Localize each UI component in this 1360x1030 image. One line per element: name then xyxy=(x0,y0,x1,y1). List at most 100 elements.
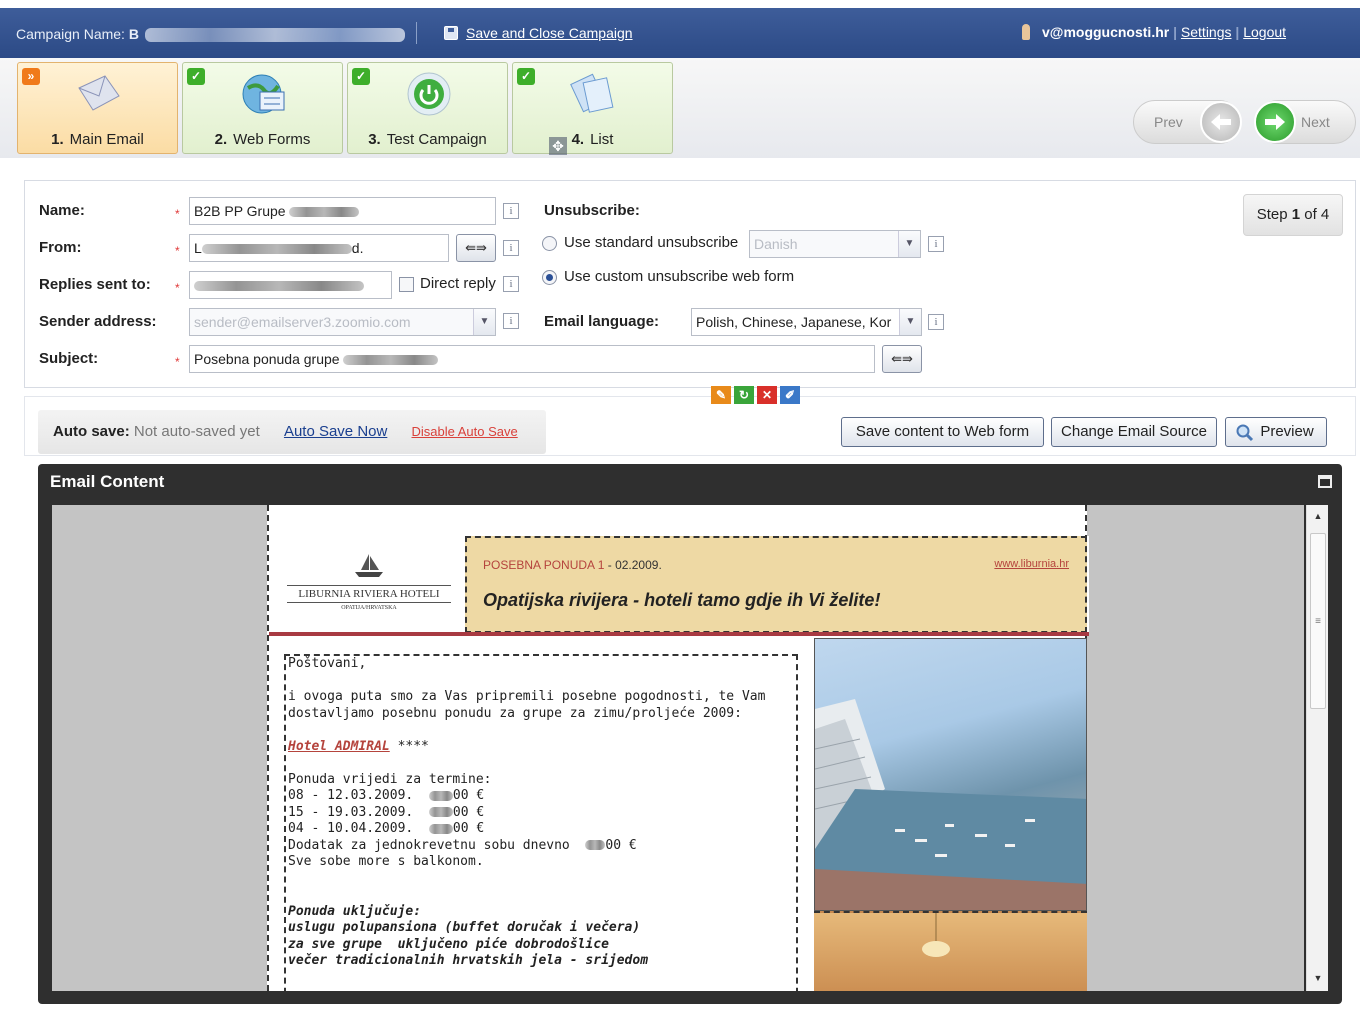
name-label: Name: xyxy=(39,202,85,219)
step-test-campaign[interactable]: ✓ 3. Test Campaign xyxy=(347,62,508,154)
wizard-steps-bar: » 1. Main Email ✓ 2. Web Forms ✓ 3. Test Ca… xyxy=(0,58,1360,158)
checkmark-icon: ✓ xyxy=(517,68,535,85)
preview-label: Preview xyxy=(1260,423,1314,440)
promo-headline: Opatijska rivijera - hoteli tamo gdje ih… xyxy=(483,590,881,610)
image-tools: ✎ ↻ ✕ ✐ xyxy=(711,386,800,404)
unsubscribe-standard-label: Use standard unsubscribe xyxy=(564,234,739,251)
email-content-title: Email Content xyxy=(50,472,165,491)
power-icon xyxy=(405,71,453,117)
scroll-up-arrow-icon[interactable]: ▲ xyxy=(1307,511,1329,521)
redacted-campaign-name xyxy=(144,28,405,43)
replies-input[interactable] xyxy=(189,271,392,299)
step-indicator-suffix: of 4 xyxy=(1304,206,1330,223)
logo-subtext: OPATIJA/HRVATSKA xyxy=(341,605,397,611)
prev-arrow-icon[interactable] xyxy=(1200,101,1242,143)
promo-url-link[interactable]: www.liburnia.hr xyxy=(994,558,1069,570)
editor-scrollbar[interactable]: ▲ ≡ ▼ xyxy=(1306,505,1328,991)
info-icon[interactable]: i xyxy=(503,240,519,256)
chevron-down-icon: ▼ xyxy=(473,309,495,335)
sender-address-select[interactable]: sender@emailserver3.zoomio.com ▼ xyxy=(189,308,496,336)
ship-logo-icon xyxy=(355,554,383,577)
step-number: 1. xyxy=(51,131,64,148)
hotel-photo[interactable] xyxy=(814,638,1087,911)
email-body-text[interactable]: Poštovani, i ovoga puta smo za Vas pripr… xyxy=(284,654,798,991)
from-input[interactable]: Ld. xyxy=(189,234,449,262)
info-icon[interactable]: i xyxy=(503,203,519,219)
settings-link[interactable]: Settings xyxy=(1181,24,1232,40)
maximize-icon[interactable] xyxy=(1318,475,1332,488)
refresh-icon[interactable]: ↻ xyxy=(734,386,754,404)
unsubscribe-custom-radio[interactable] xyxy=(542,270,557,285)
checkmark-icon: ✓ xyxy=(352,68,370,85)
unsubscribe-language-select[interactable]: Danish ▼ xyxy=(749,230,921,258)
greeting: Poštovani, xyxy=(288,656,367,671)
checkmark-icon: ✓ xyxy=(187,68,205,85)
step-indicator: Step 1 of 4 xyxy=(1243,194,1343,236)
chevron-down-icon: ▼ xyxy=(898,231,920,257)
logout-link[interactable]: Logout xyxy=(1243,24,1286,40)
redacted-text xyxy=(585,840,606,850)
subject-personalization-button[interactable]: ⇚⇛ xyxy=(882,345,922,373)
room-photo-image xyxy=(922,913,950,957)
move-handle-icon[interactable]: ✥ xyxy=(549,137,567,155)
chevron-down-icon: ▼ xyxy=(899,309,921,335)
direct-reply-checkbox[interactable] xyxy=(399,277,414,292)
unsubscribe-standard-radio[interactable] xyxy=(542,236,557,251)
pencil-icon[interactable]: ✐ xyxy=(780,386,800,404)
subject-input[interactable]: Posebna ponuda grupe xyxy=(189,345,875,373)
redacted-text xyxy=(428,807,453,817)
divider xyxy=(416,22,417,44)
term-price: 00 € xyxy=(452,804,485,820)
email-language-label: Email language: xyxy=(544,313,660,330)
info-icon[interactable]: i xyxy=(503,313,519,329)
auto-save-now-link[interactable]: Auto Save Now xyxy=(284,423,387,440)
term-line: 04 - 10.04.2009. xyxy=(288,821,414,836)
step-main-email[interactable]: » 1. Main Email xyxy=(17,62,178,154)
hotel-logo: LIBURNIA RIVIERA HOTELI OPATIJA/HRVATSKA xyxy=(287,552,451,611)
step-web-forms[interactable]: ✓ 2. Web Forms xyxy=(182,62,343,154)
hotel-stars: **** xyxy=(389,738,429,754)
from-label: From: xyxy=(39,239,82,256)
info-icon[interactable]: i xyxy=(928,314,944,330)
info-icon[interactable]: i xyxy=(503,276,519,292)
user-area: v@moggucnosti.hr | Settings | Logout xyxy=(1022,24,1286,40)
delete-icon[interactable]: ✕ xyxy=(757,386,777,404)
info-icon[interactable]: i xyxy=(928,236,944,252)
save-and-close-campaign-link[interactable]: Save and Close Campaign xyxy=(466,25,633,41)
personalization-button[interactable]: ⇚⇛ xyxy=(456,234,496,262)
edit-image-icon[interactable]: ✎ xyxy=(711,386,731,404)
disable-auto-save-link[interactable]: Disable Auto Save xyxy=(412,424,518,439)
term-line: 08 - 12.03.2009. xyxy=(288,788,414,803)
envelope-icon xyxy=(75,71,123,117)
promo-header[interactable]: POSEBNA PONUDA 1 - 02.2009. www.liburnia… xyxy=(465,536,1087,633)
redacted-text xyxy=(289,207,360,218)
logo-text: LIBURNIA RIVIERA HOTELI xyxy=(287,585,451,603)
preview-button[interactable]: Preview xyxy=(1225,417,1327,447)
scrollbar-thumb[interactable]: ≡ xyxy=(1310,533,1326,709)
sender-address-label: Sender address: xyxy=(39,313,157,330)
save-content-to-web-form-button[interactable]: Save content to Web form xyxy=(841,417,1044,447)
replies-label: Replies sent to: xyxy=(39,276,151,293)
includes-heading: Ponuda uključuje: xyxy=(288,903,422,919)
next-arrow-icon[interactable] xyxy=(1254,101,1296,143)
documents-icon xyxy=(570,71,618,117)
promo-offer-line: POSEBNA PONUDA 1 - 02.2009. xyxy=(483,558,662,572)
required-mark: * xyxy=(175,355,180,369)
step-list[interactable]: ✓ 4. List xyxy=(512,62,673,154)
redacted-text xyxy=(428,790,453,801)
globe-form-icon xyxy=(240,71,288,117)
scroll-down-arrow-icon[interactable]: ▼ xyxy=(1307,973,1329,983)
hotel-link[interactable]: Hotel ADMIRAL xyxy=(288,739,390,754)
save-close-link-wrap[interactable]: Save and Close Campaign xyxy=(444,25,633,41)
includes-line: uslugu polupansiona (buffet doručak i ve… xyxy=(288,920,641,935)
name-input[interactable]: B2B PP Grupe xyxy=(189,197,496,225)
top-bar: Campaign Name: B Save and Close Campaign… xyxy=(0,8,1360,58)
valid-dates-heading: Ponuda vrijedi za termine: xyxy=(288,771,492,787)
email-language-select[interactable]: Polish, Chinese, Japanese, Kor ▼ xyxy=(691,308,922,336)
direct-reply-label: Direct reply xyxy=(420,275,496,292)
term-line: 15 - 19.03.2009. xyxy=(288,804,414,820)
includes-line: za sve grupe uključeno piće dobrodošlice xyxy=(288,936,609,952)
email-editor-canvas[interactable]: LIBURNIA RIVIERA HOTELI OPATIJA/HRVATSKA… xyxy=(52,505,1304,991)
room-photo[interactable] xyxy=(814,911,1087,991)
change-email-source-button[interactable]: Change Email Source xyxy=(1051,417,1217,447)
